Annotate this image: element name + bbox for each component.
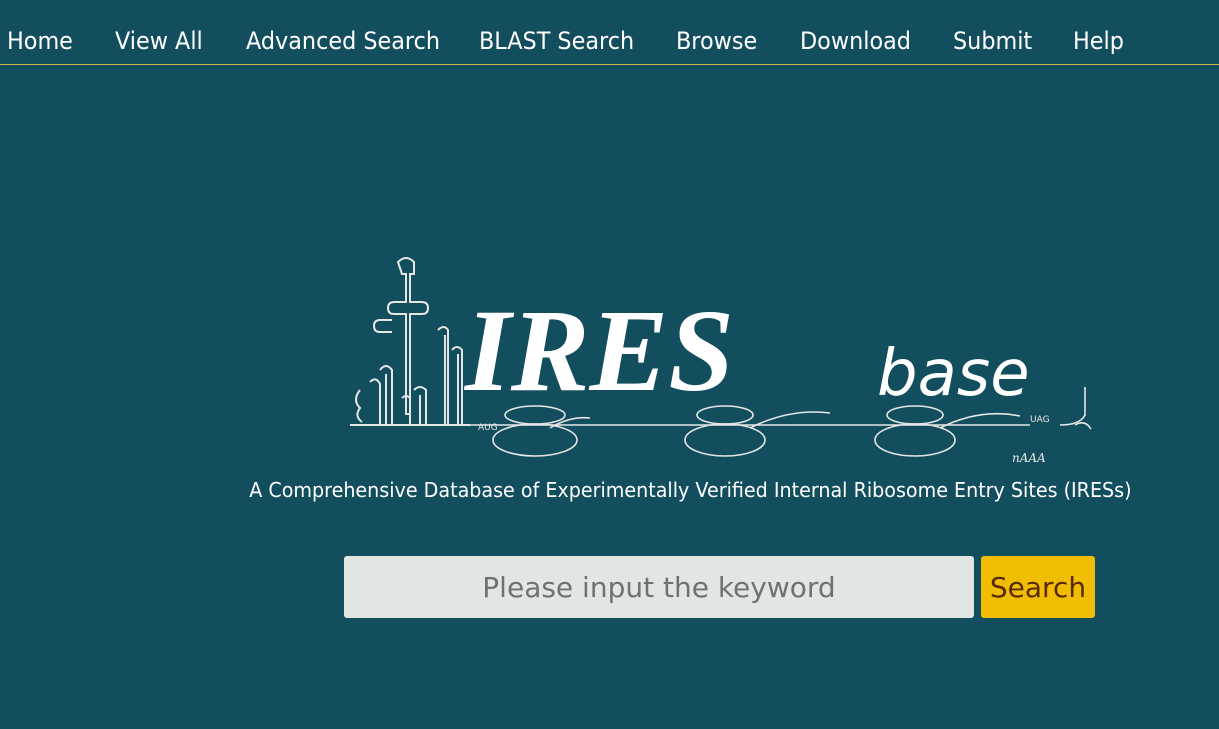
nav-item-blast-search[interactable]: BLAST Search	[479, 26, 634, 56]
top-navigation: Home View All Advanced Search BLAST Sear…	[0, 0, 1219, 65]
leader-label: AUG	[478, 423, 498, 433]
search-button[interactable]: Search	[981, 556, 1095, 618]
logo-title: IRES	[463, 285, 734, 416]
trailer-label: UAG	[1030, 415, 1050, 425]
nav-item-advanced-search[interactable]: Advanced Search	[246, 26, 440, 56]
polya-label: nAAA	[1012, 451, 1046, 465]
iresbase-logo: AUG UAG nAAA IRES base	[350, 257, 1092, 465]
nav-item-view-all[interactable]: View All	[115, 26, 203, 56]
rna-structure-graphic	[350, 257, 470, 426]
nav-item-help[interactable]: Help	[1073, 26, 1124, 56]
nav-item-submit[interactable]: Submit	[953, 26, 1032, 56]
tagline: A Comprehensive Database of Experimental…	[249, 478, 1132, 502]
logo-suffix: base	[877, 337, 1030, 411]
nav-item-download[interactable]: Download	[800, 26, 911, 56]
search-input[interactable]	[344, 556, 974, 618]
nav-item-browse[interactable]: Browse	[676, 26, 757, 56]
nav-item-home[interactable]: Home	[7, 26, 73, 56]
